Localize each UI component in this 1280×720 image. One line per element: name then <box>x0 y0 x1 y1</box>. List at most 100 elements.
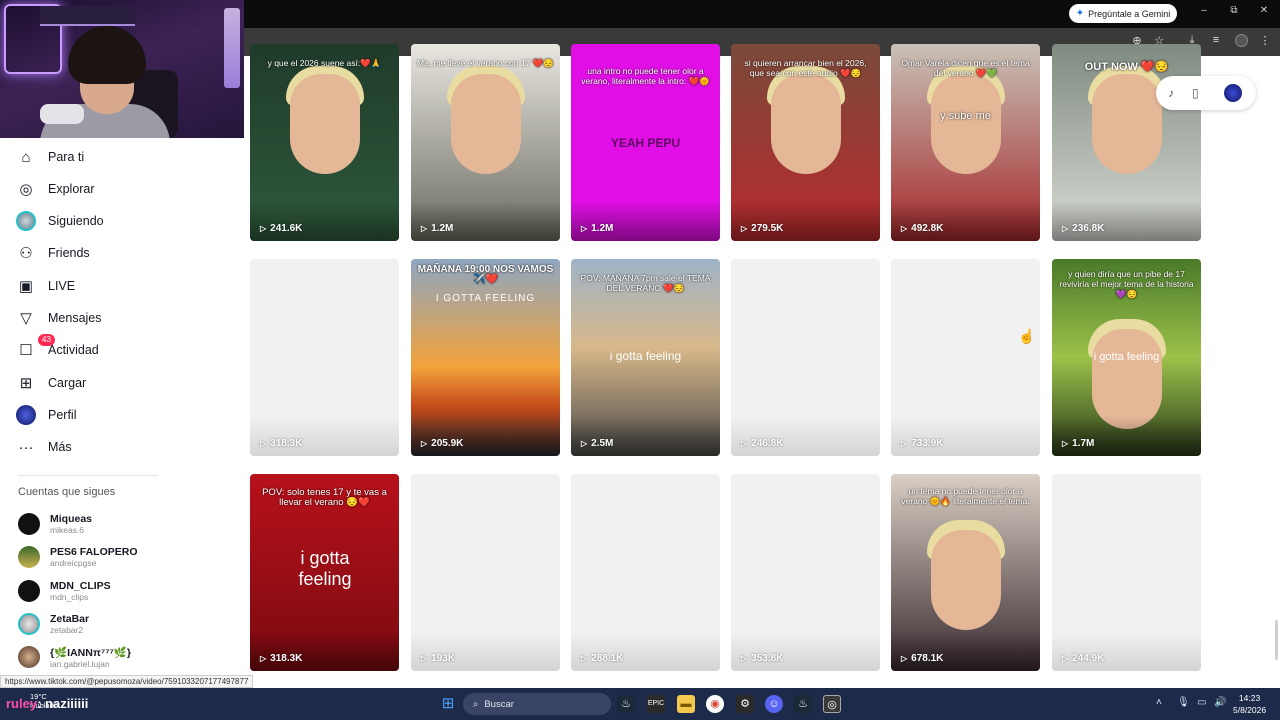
video-tile[interactable]: una intro no puede tener olor a verano, … <box>571 44 720 241</box>
video-tile[interactable]: si quieren arrancar bien el 2026, que se… <box>731 44 880 241</box>
following-account[interactable]: {🌿IANNπ⁷⁷⁷🌿} ian.gabriel.lujan <box>18 643 131 671</box>
nav-perfil[interactable]: Perfil <box>16 403 76 427</box>
chevron-up-icon[interactable]: ˄ <box>1156 697 1162 708</box>
video-tile[interactable]: MAÑANA 19:00 NOS VAMOS ✈️❤️ I GOTTA FEEL… <box>411 259 560 456</box>
video-tile[interactable]: un tema no puede tener olor a verano 🌞🔥 … <box>891 474 1040 671</box>
menu-icon[interactable]: ⋮ <box>1257 34 1273 47</box>
shelf <box>40 6 135 26</box>
video-tile[interactable]: ▷ 288.1K <box>571 474 720 671</box>
view-count: ▷ 2.5M <box>581 438 613 449</box>
video-tile[interactable]: Omar Varela dicen que es el tema del ver… <box>891 44 1040 241</box>
views-label: 193K <box>431 653 456 664</box>
minimize-button[interactable]: – <box>1194 5 1214 16</box>
account-user: zetabar2 <box>50 625 84 635</box>
view-count: ▷ 733.9K <box>901 438 943 449</box>
video-tile[interactable]: y quien diría que un pibe de 17 revivirí… <box>1052 259 1201 456</box>
clock-time: 14:23 <box>1238 693 1261 703</box>
video-tile[interactable]: ▷ 246.8K <box>731 259 880 456</box>
video-tile[interactable]: ▷ 733.9K <box>891 259 1040 456</box>
avatar <box>18 580 40 602</box>
play-icon: ▷ <box>581 654 588 663</box>
gemini-button-label: Pregúntale a Gemini <box>1088 8 1171 19</box>
home-icon: ⌂ <box>21 148 31 166</box>
volume-icon[interactable]: 🔊 <box>1214 697 1226 708</box>
following-account[interactable]: ZetaBar zetabar2 <box>18 610 89 638</box>
following-account[interactable]: PES6 FALOPERO andreicpgse <box>18 543 138 571</box>
following-account[interactable]: Miqueas mikeas.6 <box>18 510 92 538</box>
folder-icon[interactable]: ▬ <box>677 695 695 713</box>
play-icon: ▷ <box>741 224 748 233</box>
scrollbar[interactable] <box>1275 620 1278 660</box>
windows-start-icon[interactable]: ⊞ <box>439 695 457 713</box>
shade <box>731 201 880 241</box>
steam-icon[interactable]: ♨ <box>794 695 812 713</box>
taskbar-search[interactable]: ⌕ Buscar <box>463 693 611 715</box>
views-label: 1.7M <box>1072 438 1095 449</box>
video-tile[interactable]: POV: MAÑANA 7pm sale el TEMA DEL VERANO … <box>571 259 720 456</box>
thumbnail-face <box>771 74 841 174</box>
overlay-user-text: : naziiiiii <box>37 696 89 711</box>
overlay-user-prefix: ruley <box>6 696 38 711</box>
view-count: ▷ 279.5K <box>741 223 783 234</box>
nav-actividad[interactable]: ☐ 43 Actividad <box>16 334 99 362</box>
friends-icon: ⚇ <box>19 245 33 262</box>
play-icon: ▷ <box>260 654 267 663</box>
nav-label: Perfil <box>48 408 77 422</box>
divider <box>18 475 158 476</box>
play-icon: ▷ <box>1062 224 1069 233</box>
nav-para-ti[interactable]: ⌂ Para ti <box>16 145 84 169</box>
light-panel <box>224 8 240 88</box>
epic-games-icon[interactable]: EPIC <box>647 695 665 713</box>
shade <box>411 201 560 241</box>
following-account[interactable]: MDN_CLIPS mdn_clips <box>18 577 111 605</box>
video-tile[interactable]: ▷ 318.3K <box>250 259 399 456</box>
avatar[interactable] <box>1224 84 1242 102</box>
chrome-icon[interactable]: ◉ <box>706 695 724 713</box>
reading-list-icon[interactable]: ≡ <box>1208 34 1224 46</box>
music-icon[interactable]: ♪ <box>1168 86 1174 100</box>
video-caption: una intro no puede tener olor a verano, … <box>581 66 710 86</box>
nav-label: Friends <box>48 246 90 260</box>
notification-badge: 43 <box>38 334 55 346</box>
video-tile[interactable]: ▷ 193K <box>411 474 560 671</box>
avatar <box>18 613 40 635</box>
play-icon: ▷ <box>581 224 588 233</box>
shade <box>571 416 720 456</box>
video-tile[interactable]: POV: solo tenes 17 y te vas a llevar el … <box>250 474 399 671</box>
display-icon[interactable]: ▭ <box>1197 697 1206 708</box>
nav-cargar[interactable]: ⊞ Cargar <box>16 371 87 395</box>
clock[interactable]: 14:23 5/8/2026 <box>1233 692 1266 716</box>
nav-mensajes[interactable]: ▽ Mensajes <box>16 306 101 330</box>
video-tile[interactable]: ▷ 244.9K <box>1052 474 1201 671</box>
video-tile[interactable]: Ma, me llevé el verano con 17 ❤️😔 ▷ 1.2M <box>411 44 560 241</box>
stream-username-overlay: ruley: naziiiiii <box>6 696 88 711</box>
maximize-button[interactable]: ⧉ <box>1224 5 1244 16</box>
inbox-icon: ☐ 43 <box>16 334 55 360</box>
video-tile[interactable]: OUT NOW ❤️😔 ▷ 236.8K <box>1052 44 1201 241</box>
shade <box>731 631 880 671</box>
send-icon: ▽ <box>20 310 32 327</box>
gemini-button[interactable]: ✦ Pregúntale a Gemini <box>1069 4 1177 23</box>
discord-icon[interactable]: ☺ <box>765 695 783 713</box>
view-count: ▷ 678.1K <box>901 653 943 664</box>
webcam-overlay <box>0 0 244 138</box>
nav-friends[interactable]: ⚇ Friends <box>16 241 90 265</box>
app-icon[interactable]: ⚙ <box>736 695 754 713</box>
mic-icon[interactable]: 🎙 <box>1177 697 1190 708</box>
play-icon: ▷ <box>421 439 428 448</box>
steam-icon[interactable]: ♨ <box>617 695 635 713</box>
device-icon[interactable]: ▯ <box>1192 86 1199 100</box>
close-button[interactable]: ✕ <box>1254 5 1274 16</box>
nav-label: Explorar <box>48 182 95 196</box>
nav-siguiendo[interactable]: Siguiendo <box>16 209 104 233</box>
taskbar: 19°C Nublado ⊞ ⌕ Buscar ♨ EPIC ▬ ◉ ⚙ ☺ ♨… <box>0 688 1280 720</box>
person-hair <box>68 26 146 84</box>
profile-avatar[interactable] <box>1235 34 1248 47</box>
obs-icon[interactable]: ◎ <box>823 695 841 713</box>
nav-live[interactable]: ▣ LIVE <box>16 274 75 298</box>
video-tile[interactable]: ▷ 353.8K <box>731 474 880 671</box>
nav-explorar[interactable]: ◎ Explorar <box>16 177 95 201</box>
nav-mas[interactable]: ··· Más <box>16 435 72 459</box>
video-tile[interactable]: y que el 2026 suene así:❤️🙏 ▷ 241.6K <box>250 44 399 241</box>
account-user: mikeas.6 <box>50 525 85 535</box>
